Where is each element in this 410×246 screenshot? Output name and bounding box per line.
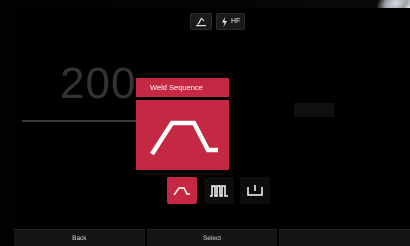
popup-title: Weld Sequence: [136, 78, 229, 97]
device: HF 200 Weld Sequence Back Select: [0, 0, 410, 246]
back-button[interactable]: Back: [14, 229, 145, 246]
ramp-icon: [173, 187, 190, 196]
hf-label: HF: [231, 18, 241, 25]
background-readout-dim: [294, 103, 334, 117]
torch-status: [190, 13, 212, 30]
option-pulse[interactable]: [204, 177, 234, 204]
select-button[interactable]: Select: [146, 229, 278, 246]
spot-icon: [247, 185, 263, 196]
status-bar: HF: [190, 13, 246, 30]
torch-icon: [195, 16, 207, 27]
option-spot[interactable]: [240, 177, 270, 204]
option-ramp[interactable]: [167, 177, 197, 204]
softkey-3[interactable]: [279, 229, 410, 246]
lightning-icon: [221, 16, 228, 27]
weld-sequence-ramp-icon: [150, 120, 218, 156]
pulse-icon: [210, 185, 228, 197]
background-value: 200: [60, 59, 137, 108]
selected-sequence-display: [136, 100, 229, 170]
hf-status: HF: [216, 13, 246, 30]
softkey-bar: Back Select: [14, 229, 410, 246]
